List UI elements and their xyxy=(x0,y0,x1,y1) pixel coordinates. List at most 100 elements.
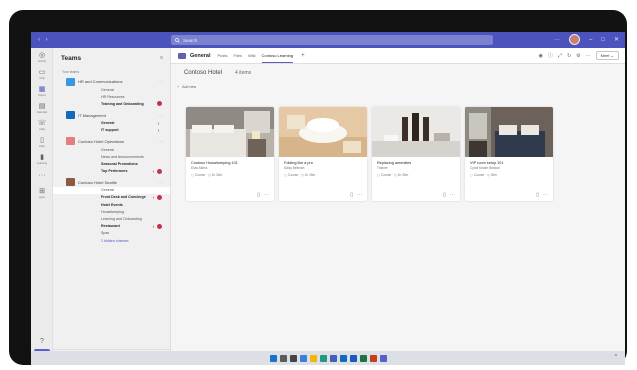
team-row[interactable]: HR and Communications ··· xyxy=(53,77,170,86)
chevron-up-icon[interactable]: ^ xyxy=(615,354,617,360)
refresh-icon[interactable]: ↻ xyxy=(567,53,571,59)
channel-name: News and Announcements xyxy=(101,154,144,159)
team-more-icon[interactable]: ··· xyxy=(159,79,163,84)
help-icon[interactable]: ? xyxy=(31,338,53,345)
channel-item[interactable]: Learning and Onboarding xyxy=(53,215,170,222)
channel-item[interactable]: Spas xyxy=(53,230,170,237)
channel-item[interactable]: General xyxy=(53,86,170,93)
tab-item[interactable]: Posts xyxy=(217,49,227,62)
channel-item[interactable]: General! xyxy=(53,120,170,127)
rail-label: Files xyxy=(39,144,45,148)
more-options-icon[interactable]: ··· xyxy=(554,37,560,43)
notification-badge xyxy=(157,168,162,174)
notification-badge xyxy=(157,194,162,200)
channel-item[interactable]: Front Desk and Concierge! xyxy=(53,194,170,201)
team-more-icon[interactable]: ··· xyxy=(159,113,163,118)
bookmark-icon[interactable]: ▯ xyxy=(536,192,539,198)
word-icon[interactable] xyxy=(349,354,357,362)
card-actions: ▯ ··· xyxy=(443,192,455,198)
expand-icon[interactable]: ⤢ xyxy=(558,53,562,59)
teams-icon[interactable]: ▦ Teams xyxy=(31,82,53,99)
notification-badge xyxy=(157,101,162,107)
calendar-icon[interactable]: ▤ Calendar xyxy=(31,99,53,116)
info-icon[interactable]: ⓘ xyxy=(548,52,553,59)
video-icon[interactable]: ◉ xyxy=(539,53,543,59)
chat-icon[interactable]: ▭ Chat xyxy=(31,65,53,82)
tab-item[interactable]: Contoso Learning xyxy=(261,49,294,63)
teams-panel: Teams ≡ Your teams HR and Communications… xyxy=(53,48,171,365)
taskview-icon[interactable] xyxy=(289,354,297,362)
card-more-icon[interactable]: ··· xyxy=(264,192,269,198)
card-more-icon[interactable]: ··· xyxy=(450,192,455,198)
tab-item[interactable]: Wiki xyxy=(248,49,256,62)
channel-name: Hotel Events xyxy=(101,202,123,207)
channel-item[interactable]: General xyxy=(53,186,170,194)
learning-icon[interactable]: ▮ Learning xyxy=(31,150,53,167)
team-more-icon[interactable]: ··· xyxy=(159,180,163,185)
card-meta: ▢ Course · ◷ 1h 30m xyxy=(191,173,223,177)
more-icon[interactable]: ··· xyxy=(31,167,53,184)
course-card[interactable]: Contoso Housekeeping 101 Elvia Atkins ▢ … xyxy=(186,107,274,201)
channel-name: Training and Onboarding xyxy=(101,101,144,106)
team-more-icon[interactable]: ··· xyxy=(159,139,163,144)
minimize-button[interactable]: – xyxy=(589,37,592,43)
add-tab-icon[interactable]: + xyxy=(301,53,305,59)
channel-item[interactable]: HR Resources xyxy=(53,93,170,100)
widgets-icon[interactable] xyxy=(299,354,307,362)
course-cards: Contoso Housekeeping 101 Elvia Atkins ▢ … xyxy=(186,107,553,201)
channel-item[interactable]: Training and Onboarding xyxy=(53,100,170,107)
main-content: General Posts Files Wiki Contoso Learning +… xyxy=(171,48,625,351)
channel-item[interactable]: Top Performers! xyxy=(53,168,170,175)
course-card[interactable]: Folding like a pro Daisy Bellman ▢ Cours… xyxy=(279,107,367,201)
bookmark-icon[interactable]: ▯ xyxy=(257,192,260,198)
meet-button[interactable]: Meet ⌄ xyxy=(595,51,619,60)
channel-item[interactable]: News and Announcements xyxy=(53,153,170,160)
channel-item[interactable]: General xyxy=(53,146,170,153)
card-more-icon[interactable]: ··· xyxy=(357,192,362,198)
avatar[interactable] xyxy=(569,34,580,45)
close-button[interactable]: ✕ xyxy=(614,36,619,43)
rail-label: Calls xyxy=(39,127,45,131)
add-new-button[interactable]: + Add new xyxy=(171,82,625,92)
channel-item[interactable]: Housekeeping xyxy=(53,208,170,215)
store-icon[interactable] xyxy=(329,354,337,362)
team-row[interactable]: IT Management ··· xyxy=(53,111,170,120)
channel-item[interactable]: 1 hidden channel xyxy=(53,237,170,244)
bookmark-icon[interactable]: ▯ xyxy=(350,192,353,198)
bookmark-icon[interactable]: ▯ xyxy=(443,192,446,198)
channel-item[interactable]: IT support! xyxy=(53,127,170,134)
card-meta: ▢ Course · ◷ 1h 30m xyxy=(377,173,409,177)
windows-icon[interactable] xyxy=(269,354,277,362)
rail-glyph: ◎ xyxy=(38,51,46,59)
team-row[interactable]: Contoso Hotel Seattle ··· xyxy=(53,178,170,187)
teams-app-icon[interactable] xyxy=(379,354,387,362)
card-more-icon[interactable]: ··· xyxy=(543,192,548,198)
bell-icon[interactable]: ◎ Activity xyxy=(31,48,53,65)
settings-icon[interactable]: ⚙ xyxy=(576,53,580,59)
explorer-icon[interactable] xyxy=(309,354,317,362)
channel-item[interactable]: Restaurant! xyxy=(53,223,170,230)
course-card[interactable]: VIP room setup 101 Cyndi Kinder Bristow … xyxy=(465,107,553,201)
search-icon[interactable] xyxy=(279,354,287,362)
card-duration: 1h 30m xyxy=(397,173,409,177)
filter-icon[interactable]: ≡ xyxy=(160,55,163,61)
tab-item[interactable]: Files xyxy=(234,49,242,62)
phone-icon[interactable]: ☏ Calls xyxy=(31,116,53,133)
card-type: Course xyxy=(287,173,299,177)
team-row[interactable]: Contoso Hotel Operations ··· xyxy=(53,137,170,146)
file-icon[interactable]: ▯ Files xyxy=(31,133,53,150)
channel-item[interactable]: Hotel Events xyxy=(53,201,170,208)
channel-item[interactable]: Seasonal Promotions xyxy=(53,160,170,167)
apps-icon[interactable]: ⊞ Apps xyxy=(31,184,53,201)
search-box[interactable]: Search xyxy=(171,35,493,45)
edge-icon[interactable] xyxy=(319,354,327,362)
maximize-button[interactable]: □ xyxy=(601,37,605,43)
more-icon[interactable]: ··· xyxy=(586,53,591,59)
excel-icon[interactable] xyxy=(359,354,367,362)
outlook-icon[interactable] xyxy=(339,354,347,362)
powerpoint-icon[interactable] xyxy=(369,354,377,362)
nav-arrows[interactable]: ‹ › xyxy=(38,37,50,43)
course-card[interactable]: Replacing amenities Trainee ▢ Course · ◷… xyxy=(372,107,460,201)
card-meta: ▢ Course · ◷ 30m xyxy=(470,173,497,177)
section-label: Your teams xyxy=(62,70,80,74)
